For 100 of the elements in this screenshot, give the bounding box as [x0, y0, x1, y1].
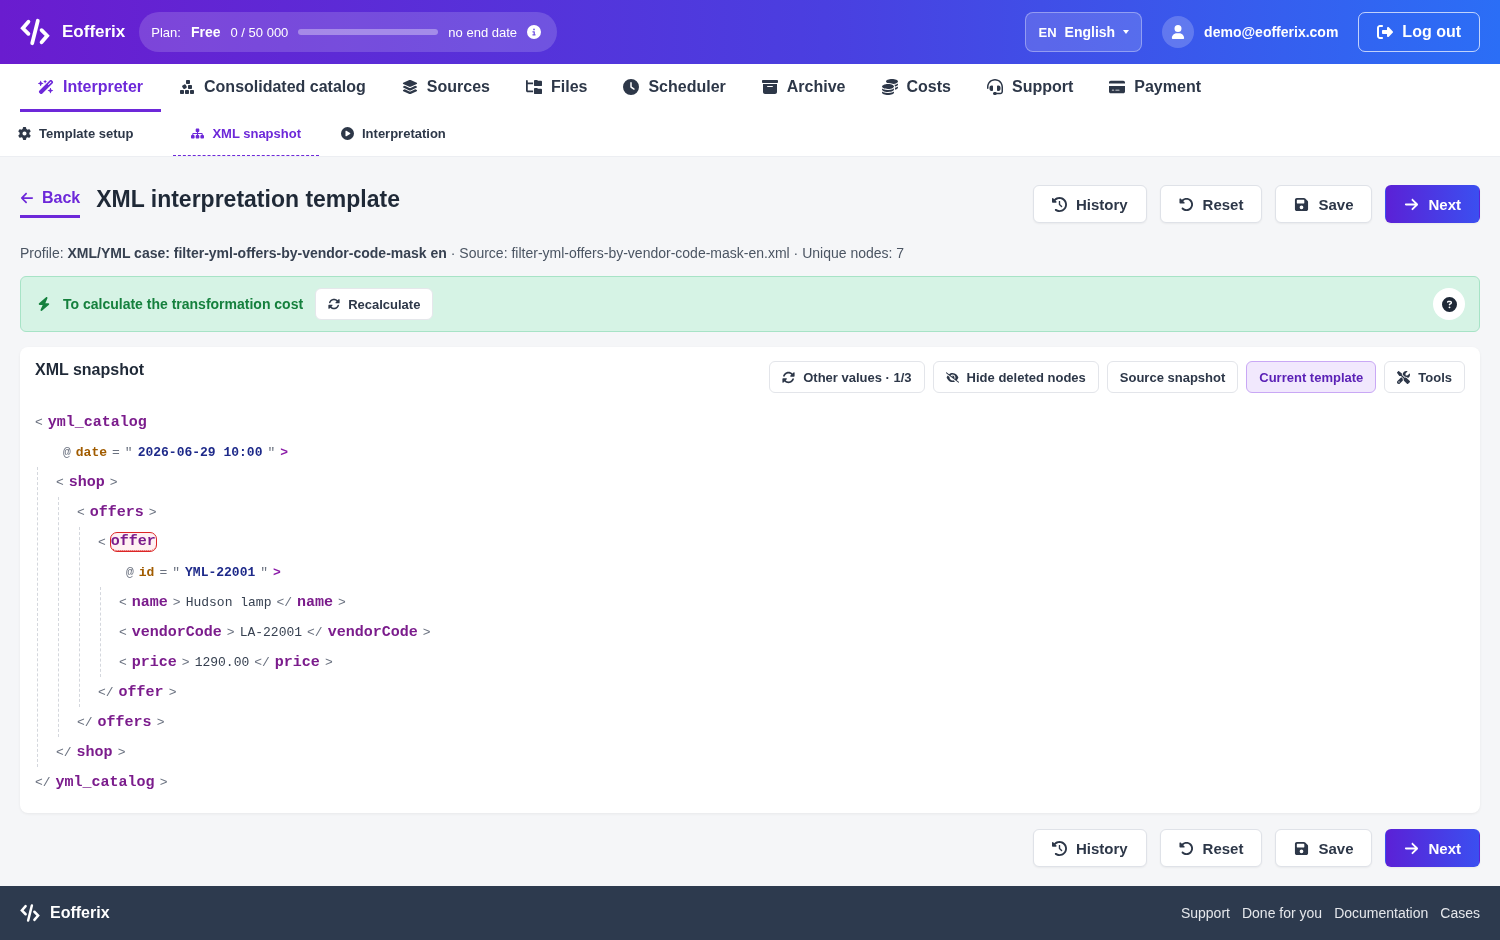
punctuation: < — [56, 474, 64, 490]
refresh-icon — [328, 298, 341, 310]
language-select[interactable]: EN English — [1025, 12, 1143, 52]
tag-name: price — [131, 653, 177, 671]
punctuation: </ — [254, 654, 270, 670]
punctuation: " — [172, 564, 181, 580]
history-icon — [1051, 840, 1067, 856]
logout-icon — [1377, 24, 1394, 40]
toolbar-button[interactable]: Other values · 1/3 — [769, 361, 925, 393]
punctuation: < — [119, 654, 127, 670]
footer-link[interactable]: Cases — [1440, 905, 1480, 921]
nav-tab[interactable]: Costs — [863, 64, 969, 112]
logout-button[interactable]: Log out — [1358, 12, 1480, 52]
tools-icon — [1397, 370, 1411, 384]
punctuation: </ — [98, 684, 114, 700]
footer-link[interactable]: Done for you — [1241, 905, 1323, 921]
plan-label: Plan: — [151, 24, 181, 40]
help-icon — [1441, 296, 1457, 312]
tag-name: price — [274, 653, 320, 671]
attribute-value: YML-22001 — [185, 564, 256, 580]
punctuation: @ — [63, 444, 71, 460]
coins-icon — [881, 78, 898, 95]
tag-name: name — [131, 593, 168, 611]
punctuation: </ — [307, 624, 323, 640]
tag-name: offers — [97, 713, 152, 731]
action-button[interactable]: Reset — [1159, 829, 1263, 867]
nav-tab[interactable]: Files — [507, 64, 606, 112]
tag-name: offer — [110, 533, 156, 551]
footer-link[interactable]: Documentation — [1334, 905, 1429, 921]
punctuation: > — [324, 654, 333, 670]
headset-icon — [986, 78, 1003, 95]
punctuation: </ — [35, 774, 51, 790]
sub-tab[interactable]: XML snapshot — [173, 112, 319, 156]
action-button[interactable]: History — [1032, 829, 1147, 867]
action-button[interactable]: Reset — [1159, 185, 1263, 223]
action-button[interactable]: Save — [1275, 185, 1373, 223]
punctuation: > — [226, 624, 235, 640]
help-button[interactable] — [1433, 288, 1465, 320]
toolbar-button[interactable]: Current template — [1246, 361, 1377, 393]
back-link[interactable]: Back — [20, 188, 81, 218]
punctuation: > — [156, 714, 165, 730]
punctuation: @ — [126, 564, 134, 580]
action-button[interactable]: Save — [1275, 829, 1373, 867]
undo-icon — [1178, 840, 1194, 856]
attribute-name: id — [138, 564, 155, 580]
punctuation: > — [422, 624, 431, 640]
next-button[interactable]: Next — [1385, 829, 1480, 867]
logo-icon — [20, 17, 50, 47]
nav-tab[interactable]: Archive — [743, 64, 864, 112]
footer-link[interactable]: Support — [1180, 905, 1230, 921]
punctuation: </ — [77, 714, 93, 730]
plan-usage: 0 / 50 000 — [230, 24, 289, 40]
punctuation: = — [159, 564, 168, 580]
tag-name: yml_catalog — [55, 773, 155, 791]
punctuation: > — [338, 594, 346, 610]
bolt-icon — [37, 297, 51, 311]
recalculate-button[interactable]: Recalculate — [315, 288, 434, 320]
nav-tab[interactable]: Payment — [1091, 64, 1219, 112]
folder-tree-icon — [525, 78, 542, 95]
brand-name: Eofferix — [62, 22, 126, 42]
tag-name: name — [297, 593, 334, 611]
node-value: Hudson lamp — [185, 594, 272, 610]
plan-name: Free — [190, 24, 221, 40]
punctuation: > — [109, 474, 118, 490]
punctuation: < — [119, 624, 127, 640]
clock-icon — [623, 78, 640, 95]
history-icon — [1051, 196, 1067, 212]
nav-tab[interactable]: Scheduler — [605, 64, 744, 112]
arrow-right-icon — [1404, 840, 1420, 856]
play-icon — [341, 127, 354, 140]
toolbar-button[interactable]: Source snapshot — [1106, 361, 1239, 393]
magic-wand-icon — [38, 78, 54, 95]
tag-name: vendorCode — [131, 623, 222, 641]
punctuation: </ — [276, 594, 293, 610]
tag-name: offer — [118, 683, 164, 701]
punctuation: > — [148, 504, 157, 520]
arrow-left-icon — [20, 190, 34, 205]
action-button[interactable]: History — [1032, 185, 1147, 223]
punctuation: > — [168, 684, 177, 700]
archive-box-icon — [761, 78, 778, 95]
credit-card-icon — [1109, 78, 1126, 95]
sub-tab[interactable]: Template setup — [18, 112, 152, 156]
nav-tab[interactable]: Sources — [383, 64, 508, 112]
caret-icon — [1123, 30, 1130, 34]
nav-tab[interactable]: Consolidated catalog — [161, 64, 384, 112]
punctuation: > — [159, 774, 168, 790]
next-button[interactable]: Next — [1385, 185, 1480, 223]
footer-brand: Eofferix — [50, 904, 110, 922]
tag-name: offers — [89, 503, 144, 521]
punctuation: " — [124, 444, 133, 460]
cubes-icon — [179, 78, 196, 95]
info-icon[interactable] — [527, 25, 542, 39]
attribute-value: 2026-06-29 10:00 — [137, 444, 263, 460]
eye-slash-icon — [945, 370, 959, 384]
toolbar-button[interactable]: Hide deleted nodes — [932, 361, 1099, 393]
undo-icon — [1178, 196, 1194, 212]
toolbar-button[interactable]: Tools — [1384, 361, 1465, 393]
sub-tab[interactable]: Interpretation — [341, 112, 464, 156]
punctuation: < — [98, 534, 106, 550]
nav-tab[interactable]: Support — [968, 64, 1092, 112]
